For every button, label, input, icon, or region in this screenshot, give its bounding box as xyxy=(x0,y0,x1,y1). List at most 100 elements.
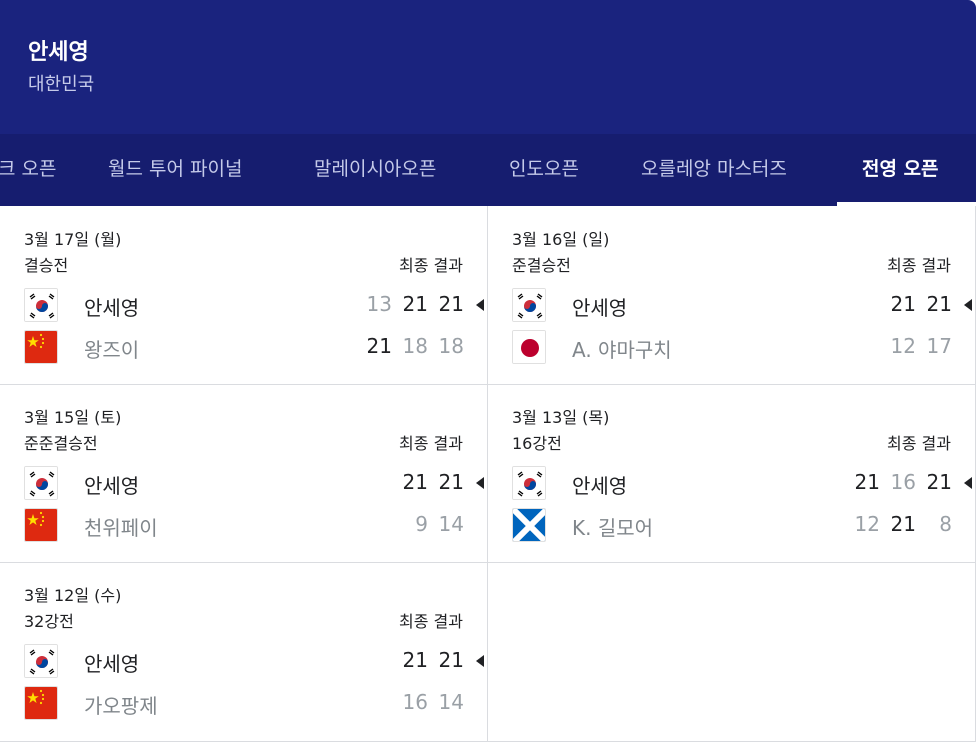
score-list: 21 21 xyxy=(392,470,464,496)
china-flag-icon xyxy=(24,686,58,720)
korea-flag-icon xyxy=(24,644,58,678)
game-score: 21 xyxy=(402,470,428,494)
game-score: 21 xyxy=(438,648,464,672)
match-date: 3월 15일 (토) xyxy=(24,408,122,427)
score-list: 21 21 xyxy=(392,648,464,674)
player-row-top: 안세영 21 21 xyxy=(24,642,484,678)
winner-indicator-icon xyxy=(964,299,972,311)
final-result-label: 최종 결과 xyxy=(399,256,463,275)
player-name: 안세영 xyxy=(84,296,140,320)
game-score: 17 xyxy=(926,334,952,358)
game-score: 16 xyxy=(890,470,916,494)
winner-indicator-icon xyxy=(476,477,484,489)
final-result-label: 최종 결과 xyxy=(887,256,951,275)
match-round: 결승전 xyxy=(24,256,69,275)
japan-flag-icon xyxy=(512,330,546,364)
game-score: 21 xyxy=(402,648,428,672)
score-list: 12 21 8 xyxy=(844,512,952,538)
match-round: 16강전 xyxy=(512,434,562,453)
score-list: 21 16 21 xyxy=(844,470,952,496)
player-name: K. 길모어 xyxy=(572,516,654,540)
player-row-bottom: 천위페이 9 14 xyxy=(24,506,464,542)
game-score: 16 xyxy=(402,690,428,714)
game-score: 21 xyxy=(854,470,880,494)
player-row-bottom: K. 길모어 12 21 8 xyxy=(512,506,952,542)
score-list: 9 14 xyxy=(392,512,464,538)
game-score: 13 xyxy=(366,292,392,316)
score-list: 21 18 18 xyxy=(356,334,464,360)
game-score: 21 xyxy=(402,292,428,316)
china-flag-icon xyxy=(24,330,58,364)
tab-malaysia-open[interactable]: 말레이시아오픈 xyxy=(314,134,436,206)
match-date: 3월 13일 (목) xyxy=(512,408,610,427)
match-card[interactable]: 3월 15일 (토) 준준결승전 최종 결과안세영 21 21 천위페이 9 14 xyxy=(0,384,487,562)
match-card[interactable]: 3월 17일 (월) 결승전 최종 결과안세영 13 21 21 왕즈이 21 18 18 xyxy=(0,206,487,384)
match-round: 준준결승전 xyxy=(24,434,98,453)
game-score: 21 xyxy=(926,292,952,316)
game-score: 21 xyxy=(890,512,916,536)
player-row-top: 안세영 21 16 21 xyxy=(512,464,972,500)
match-card[interactable]: 3월 12일 (수) 32강전 최종 결과 안세영 21 21 가오팡제 16 14 xyxy=(0,562,487,740)
winner-indicator-icon xyxy=(964,477,972,489)
final-result-label: 최종 결과 xyxy=(887,434,951,453)
game-score: 8 xyxy=(939,512,952,536)
player-country: 대한민국 xyxy=(28,74,95,95)
player-header: 안세영 대한민국 xyxy=(0,0,976,134)
player-name: 가오팡제 xyxy=(84,694,158,718)
score-list: 13 21 21 xyxy=(356,292,464,318)
game-score: 9 xyxy=(415,512,428,536)
match-card[interactable]: 3월 13일 (목) 16강전 최종 결과안세영 21 16 21 K. 길모어 12 21 8 xyxy=(488,384,975,562)
player-row-top: 안세영 13 21 21 xyxy=(24,286,484,322)
score-list: 16 14 xyxy=(392,690,464,716)
player-name: 안세영 xyxy=(28,40,89,65)
player-row-bottom: 가오팡제 16 14 xyxy=(24,684,464,720)
winner-indicator-icon xyxy=(476,655,484,667)
tab-all-england-open[interactable]: 전영 오픈 xyxy=(862,134,939,206)
player-name: 안세영 xyxy=(84,652,140,676)
game-score: 12 xyxy=(890,334,916,358)
tab-india-open[interactable]: 인도오픈 xyxy=(509,134,579,206)
match-card[interactable]: 3월 16일 (일) 준결승전 최종 결과안세영 21 21 A. 야마구치 12 17 xyxy=(488,206,975,384)
player-name: 안세영 xyxy=(572,296,628,320)
player-name: 안세영 xyxy=(84,474,140,498)
match-date: 3월 12일 (수) xyxy=(24,586,122,605)
player-name: 안세영 xyxy=(572,474,628,498)
player-row-top: 안세영 21 21 xyxy=(24,464,484,500)
grid-divider xyxy=(975,206,976,742)
player-name: 왕즈이 xyxy=(84,338,140,362)
game-score: 21 xyxy=(890,292,916,316)
final-result-label: 최종 결과 xyxy=(399,612,463,631)
game-score: 21 xyxy=(366,334,392,358)
game-score: 14 xyxy=(438,690,464,714)
match-date: 3월 16일 (일) xyxy=(512,230,610,249)
score-list: 21 21 xyxy=(880,292,952,318)
game-score: 12 xyxy=(854,512,880,536)
player-row-top: 안세영 21 21 xyxy=(512,286,972,322)
tab-world-tour-finals[interactable]: 월드 투어 파이널 xyxy=(108,134,242,206)
winner-indicator-icon xyxy=(476,299,484,311)
korea-flag-icon xyxy=(24,288,58,322)
score-list: 12 17 xyxy=(880,334,952,360)
korea-flag-icon xyxy=(24,466,58,500)
player-row-bottom: A. 야마구치 12 17 xyxy=(512,328,952,364)
korea-flag-icon xyxy=(512,288,546,322)
game-score: 21 xyxy=(438,292,464,316)
game-score: 21 xyxy=(926,470,952,494)
final-result-label: 최종 결과 xyxy=(399,434,463,453)
match-round: 준결승전 xyxy=(512,256,571,275)
tournament-tabs: 크 오픈 월드 투어 파이널 말레이시아오픈 인도오픈 오를레앙 마스터즈 전영… xyxy=(0,134,976,206)
scotland-flag-icon xyxy=(512,508,546,542)
game-score: 21 xyxy=(438,470,464,494)
match-round: 32강전 xyxy=(24,612,74,631)
tab-orleans-masters[interactable]: 오를레앙 마스터즈 xyxy=(641,134,787,206)
korea-flag-icon xyxy=(512,466,546,500)
player-row-bottom: 왕즈이 21 18 18 xyxy=(24,328,464,364)
player-name: A. 야마구치 xyxy=(572,338,672,362)
match-date: 3월 17일 (월) xyxy=(24,230,122,249)
player-name: 천위페이 xyxy=(84,516,158,540)
game-score: 18 xyxy=(438,334,464,358)
game-score: 14 xyxy=(438,512,464,536)
tab-truncated-open[interactable]: 크 오픈 xyxy=(0,134,56,206)
china-flag-icon xyxy=(24,508,58,542)
game-score: 18 xyxy=(402,334,428,358)
